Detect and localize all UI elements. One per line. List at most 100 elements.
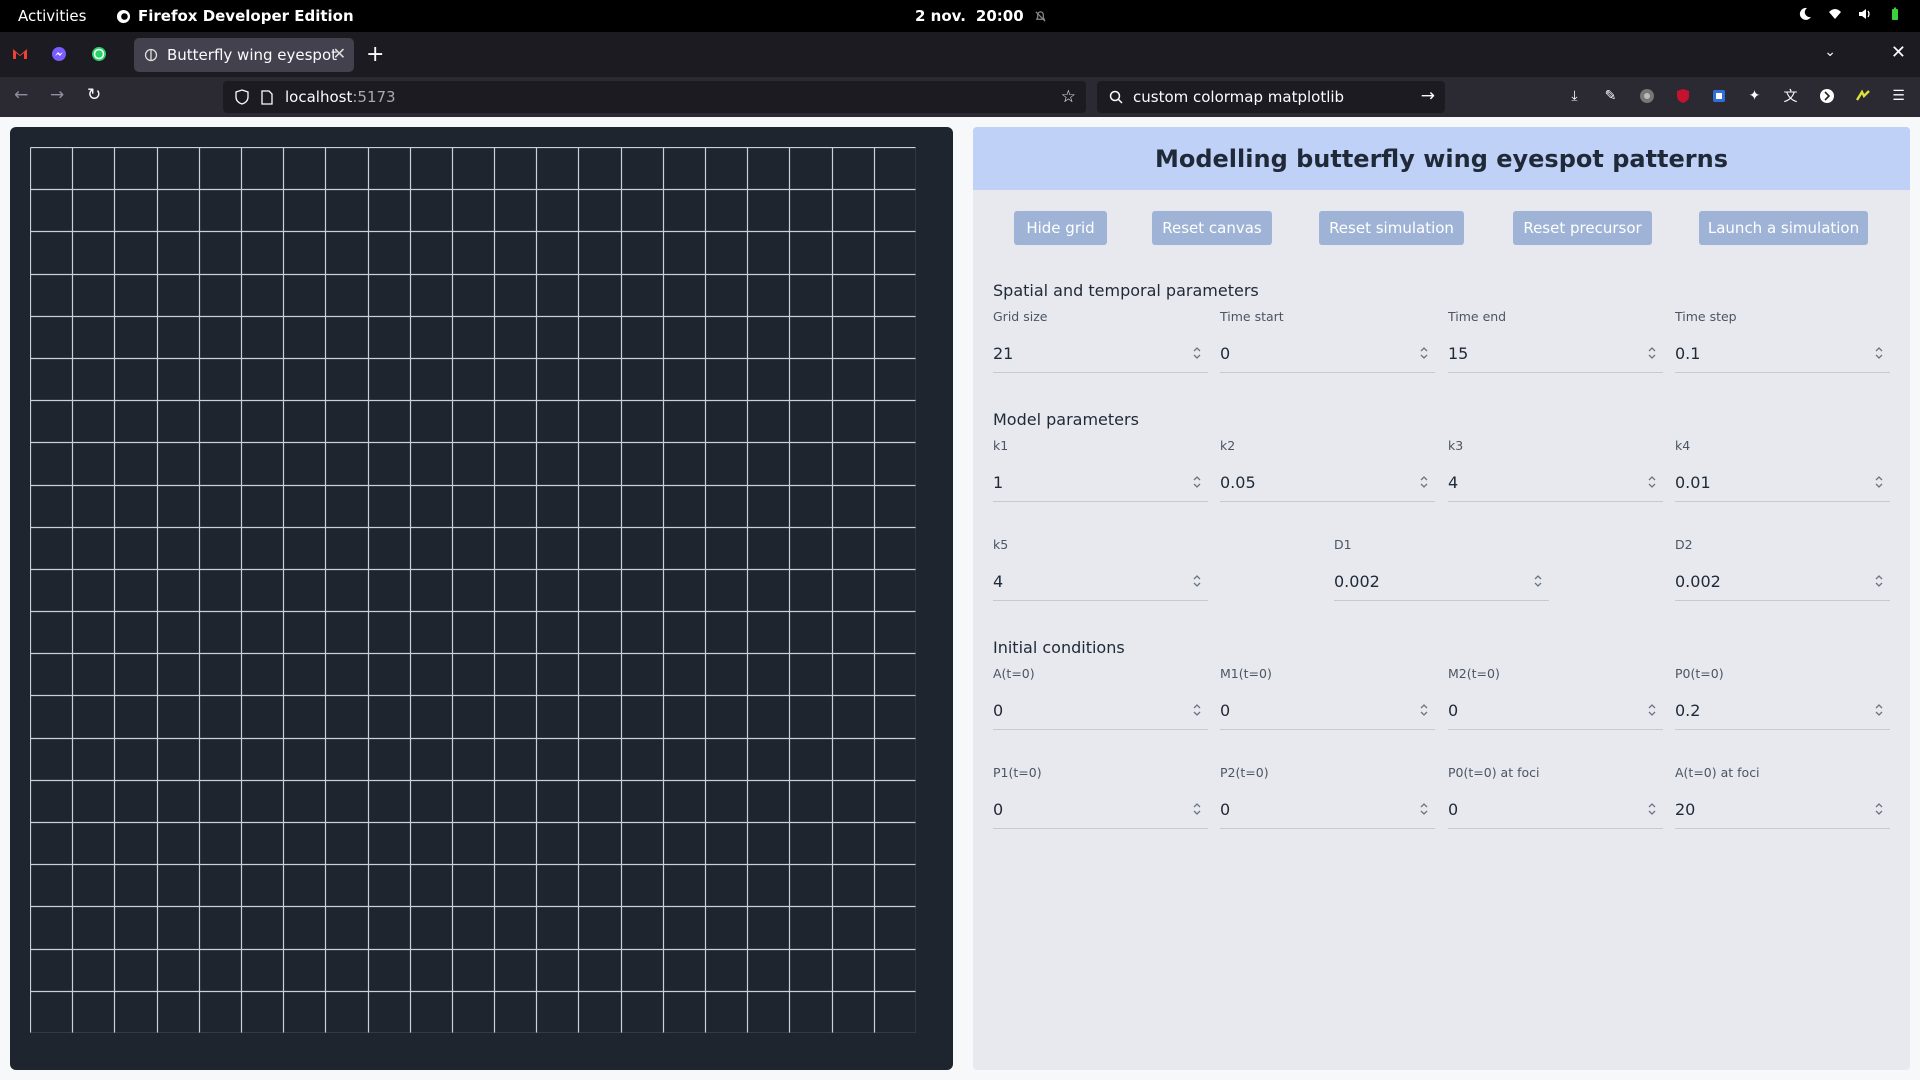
window-close-button[interactable]: ✕: [1891, 42, 1906, 63]
tab-title: Butterfly wing eyespot: [167, 46, 338, 64]
a0-value: 0: [993, 701, 1004, 720]
app-menu[interactable]: Firefox Developer Edition: [116, 7, 354, 25]
wrench-icon[interactable]: ✎: [1601, 86, 1620, 105]
time-start-input[interactable]: 0: [1220, 335, 1435, 373]
list-all-tabs-button[interactable]: ⌄: [1824, 44, 1836, 60]
p1-0-input[interactable]: 0: [993, 791, 1208, 829]
search-go-icon[interactable]: →: [1421, 86, 1435, 106]
forward-button[interactable]: →: [50, 85, 64, 105]
time-step-value: 0.1: [1675, 344, 1701, 363]
spinner-icon[interactable]: [1874, 573, 1884, 589]
p1-0-value: 0: [993, 800, 1004, 819]
hide-grid-button[interactable]: Hide grid: [1014, 211, 1107, 245]
panel-header: Modelling butterfly wing eyespot pattern…: [973, 127, 1910, 190]
k4-value: 0.01: [1675, 473, 1711, 492]
pinned-tab-gmail[interactable]: [9, 43, 31, 65]
download-icon[interactable]: ⤓: [1565, 86, 1584, 105]
container-icon[interactable]: [1709, 86, 1728, 105]
translate-icon[interactable]: 文: [1781, 86, 1800, 105]
k4-input[interactable]: 0.01: [1675, 464, 1890, 502]
a0-input[interactable]: 0: [993, 692, 1208, 730]
k3-input[interactable]: 4: [1448, 464, 1663, 502]
search-bar[interactable]: custom colormap matplotlib →: [1097, 81, 1445, 113]
k2-input[interactable]: 0.05: [1220, 464, 1435, 502]
time-end-value: 15: [1448, 344, 1469, 363]
reset-precursor-button[interactable]: Reset precursor: [1513, 211, 1652, 245]
p0-0-input[interactable]: 0.2: [1675, 692, 1890, 730]
spinner-icon[interactable]: [1874, 345, 1884, 361]
url-port: :5173: [352, 88, 396, 106]
spinner-icon[interactable]: [1647, 474, 1657, 490]
reset-simulation-button[interactable]: Reset simulation: [1319, 211, 1464, 245]
time-end-input[interactable]: 15: [1448, 335, 1663, 373]
p0-foci-input[interactable]: 0: [1448, 791, 1663, 829]
m2-0-input[interactable]: 0: [1448, 692, 1663, 730]
spinner-icon[interactable]: [1192, 702, 1202, 718]
k4-label: k4: [1675, 438, 1691, 453]
spatial-section-title: Spatial and temporal parameters: [993, 281, 1259, 300]
devtools-icon[interactable]: ✦: [1745, 86, 1764, 105]
time-start-label: Time start: [1220, 309, 1284, 324]
k3-label: k3: [1448, 438, 1464, 453]
p2-0-input[interactable]: 0: [1220, 791, 1435, 829]
spinner-icon[interactable]: [1647, 801, 1657, 817]
m2-0-field: M2(t=0) 0: [1448, 666, 1663, 730]
menu-icon[interactable]: ☰: [1889, 86, 1908, 105]
d2-input[interactable]: 0.002: [1675, 563, 1890, 601]
p0-0-label: P0(t=0): [1675, 666, 1724, 681]
tracking-protection-icon[interactable]: [235, 89, 249, 105]
m2-0-label: M2(t=0): [1448, 666, 1500, 681]
search-icon: [1109, 90, 1123, 104]
spinner-icon[interactable]: [1533, 573, 1543, 589]
pinned-tab-whatsapp[interactable]: [88, 43, 110, 65]
spinner-icon[interactable]: [1419, 345, 1429, 361]
tab-butterfly-wing-eyespot[interactable]: Butterfly wing eyespot ✕: [134, 38, 354, 72]
extension-icon[interactable]: [1817, 86, 1836, 105]
page-info-icon[interactable]: [261, 89, 273, 105]
a-foci-input[interactable]: 20: [1675, 791, 1890, 829]
spinner-icon[interactable]: [1419, 801, 1429, 817]
clock[interactable]: 2 nov. 20:00: [915, 7, 1047, 25]
ublock-icon[interactable]: [1673, 86, 1692, 105]
p1-0-field: P1(t=0) 0: [993, 765, 1208, 829]
new-tab-button[interactable]: +: [366, 42, 384, 67]
k5-label: k5: [993, 537, 1009, 552]
spinner-icon[interactable]: [1192, 345, 1202, 361]
spinner-icon[interactable]: [1874, 474, 1884, 490]
k5-input[interactable]: 4: [993, 563, 1208, 601]
d1-input[interactable]: 0.002: [1334, 563, 1549, 601]
simulation-grid-canvas[interactable]: [30, 147, 916, 1033]
extension-icon[interactable]: [1637, 86, 1656, 105]
pinned-tab-messenger[interactable]: [48, 43, 70, 65]
spinner-icon[interactable]: [1874, 702, 1884, 718]
bookmark-star-icon[interactable]: ☆: [1061, 87, 1076, 107]
grid-size-input[interactable]: 21: [993, 335, 1208, 373]
launch-simulation-button[interactable]: Launch a simulation: [1699, 211, 1868, 245]
url-bar[interactable]: localhost:5173 ☆: [223, 81, 1086, 113]
activities-button[interactable]: Activities: [18, 7, 86, 25]
k2-label: k2: [1220, 438, 1236, 453]
spinner-icon[interactable]: [1419, 702, 1429, 718]
spinner-icon[interactable]: [1192, 474, 1202, 490]
reload-button[interactable]: ↻: [87, 85, 101, 105]
m1-0-input[interactable]: 0: [1220, 692, 1435, 730]
spinner-icon[interactable]: [1647, 345, 1657, 361]
k2-value: 0.05: [1220, 473, 1256, 492]
grid-size-label: Grid size: [993, 309, 1048, 324]
k1-input[interactable]: 1: [993, 464, 1208, 502]
reset-canvas-button[interactable]: Reset canvas: [1152, 211, 1272, 245]
extension-icon[interactable]: [1853, 86, 1872, 105]
system-tray[interactable]: [1798, 7, 1902, 21]
close-tab-icon[interactable]: ✕: [333, 44, 346, 63]
grid-size-field: Grid size 21: [993, 309, 1208, 373]
spinner-icon[interactable]: [1874, 801, 1884, 817]
back-button[interactable]: ←: [14, 85, 28, 105]
time-step-input[interactable]: 0.1: [1675, 335, 1890, 373]
spinner-icon[interactable]: [1192, 801, 1202, 817]
spinner-icon[interactable]: [1647, 702, 1657, 718]
spinner-icon[interactable]: [1192, 573, 1202, 589]
url-host: localhost: [285, 88, 353, 106]
spinner-icon[interactable]: [1419, 474, 1429, 490]
k3-value: 4: [1448, 473, 1459, 492]
time-start-field: Time start 0: [1220, 309, 1435, 373]
